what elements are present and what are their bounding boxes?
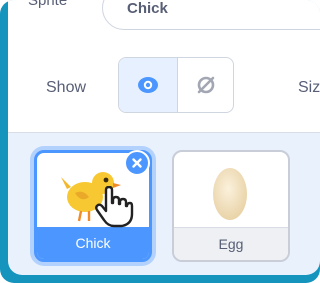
eye-icon [138,77,158,93]
delete-sprite-button[interactable] [124,150,150,176]
close-icon [132,158,142,168]
sprite-info-panel: Sprite Chick Show Siz [8,0,320,133]
sprite-tile-egg[interactable]: Egg [172,150,290,262]
sprite-label: Sprite [28,0,68,9]
sprite-name-input[interactable]: Chick [102,0,320,30]
tutorial-frame: Sprite Chick Show Siz Chick Egg [0,0,320,283]
eye-slash-icon [197,76,215,94]
show-sprite-button[interactable] [119,58,178,112]
sprite-tile-label: Egg [174,227,288,260]
sprite-tile-label: Chick [37,227,149,259]
size-label: Size [298,79,320,96]
sprite-pane: Sprite Chick Show Siz Chick Egg [8,0,320,275]
visibility-toggle-group [118,57,234,113]
hand-pointer-cursor-icon [95,186,134,228]
hide-sprite-button[interactable] [177,58,233,112]
show-label: Show [46,79,87,96]
egg-icon [213,168,247,220]
